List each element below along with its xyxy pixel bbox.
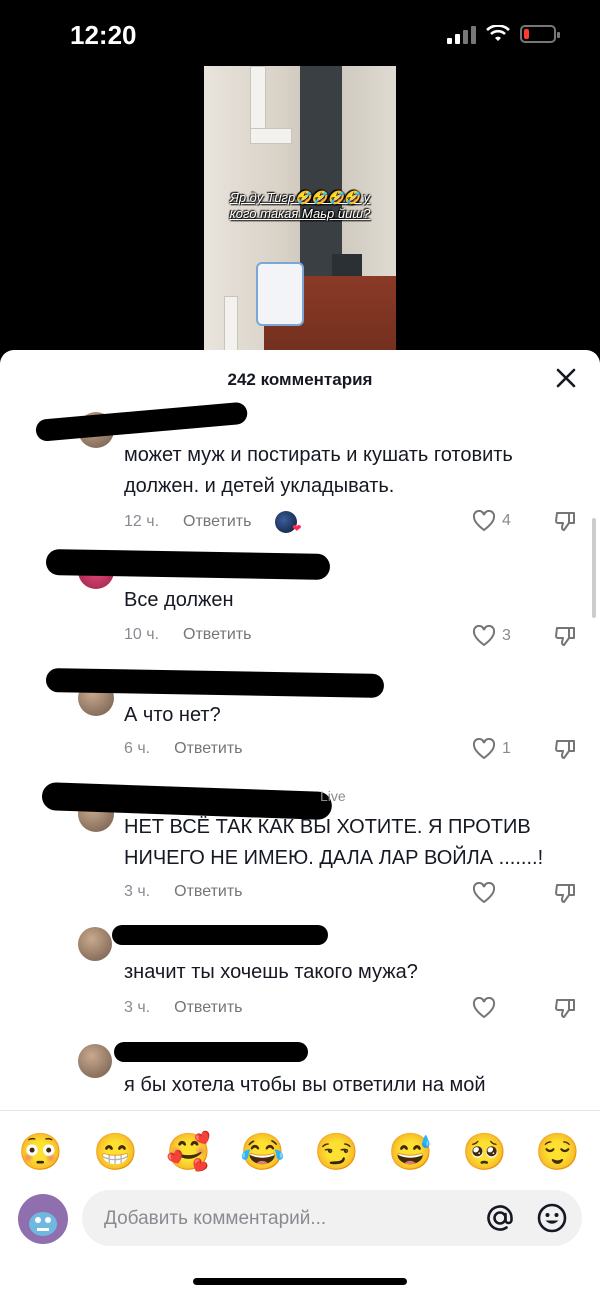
dislike-icon[interactable] xyxy=(554,625,576,647)
username-tail: Live xyxy=(320,788,346,804)
like-button[interactable] xyxy=(472,882,496,904)
comment-item: Live НЕТ ВСЁ ТАК КАК ВЫ ХОТИТЕ. Я ПРОТИВ… xyxy=(0,776,600,916)
comment-text: значит ты хочешь такого мужа? xyxy=(124,961,418,983)
comment-text: я бы хотела чтобы вы ответили на мой xyxy=(124,1074,486,1096)
redaction-mark xyxy=(45,549,331,580)
comment-text: НЕТ ВСЁ ТАК КАК ВЫ ХОТИТЕ. Я ПРОТИВ НИЧЕ… xyxy=(124,816,544,869)
comment-input[interactable] xyxy=(102,1190,476,1248)
video-preview[interactable]: Яр ду Тигр🤣🤣🤣🤣 у кого такая Маьр йиш? xyxy=(204,66,396,366)
reply-button[interactable]: Ответить xyxy=(174,740,242,758)
reply-button[interactable]: Ответить xyxy=(174,999,242,1017)
video-caption: Яр ду Тигр🤣🤣🤣🤣 у кого такая Маьр йиш? xyxy=(229,190,371,221)
close-icon[interactable] xyxy=(554,366,578,390)
redaction-mark xyxy=(35,401,249,442)
dislike-icon[interactable] xyxy=(554,997,576,1019)
water-filter xyxy=(256,262,304,326)
emoji-smirk[interactable]: 😏 xyxy=(314,1130,359,1174)
redaction-mark xyxy=(112,925,328,945)
like-count: 3 xyxy=(502,627,511,644)
comment-input-container xyxy=(82,1190,582,1248)
status-bar: 12:20 xyxy=(0,0,600,66)
like-button[interactable]: 3 xyxy=(472,625,511,647)
comment-text: Все должен xyxy=(124,589,234,611)
status-time: 12:20 xyxy=(70,20,137,50)
dislike-icon[interactable] xyxy=(554,738,576,760)
redaction-mark xyxy=(114,1042,308,1062)
emoji-joy[interactable]: 😂 xyxy=(240,1130,285,1174)
status-icons xyxy=(447,24,560,44)
emoji-relieved[interactable]: 😌 xyxy=(535,1130,580,1174)
comment-meta: 6 ч. Ответить xyxy=(124,740,243,758)
scrollbar[interactable] xyxy=(592,518,596,618)
emoji-picker-icon[interactable] xyxy=(536,1202,568,1234)
avatar[interactable] xyxy=(78,927,112,961)
comment-time: 12 ч. xyxy=(124,513,160,530)
like-count: 4 xyxy=(502,512,511,529)
cellular-signal-icon xyxy=(447,24,476,44)
comment-text: может муж и постирать и кушать готовить … xyxy=(124,444,513,497)
comment-composer xyxy=(0,1188,600,1248)
dislike-icon[interactable] xyxy=(554,510,576,532)
wifi-icon xyxy=(486,25,510,41)
emoji-grin[interactable]: 😁 xyxy=(93,1130,138,1174)
comment-reply-item: я бы хотела чтобы вы ответили на мой xyxy=(0,1040,600,1110)
emoji-flushed[interactable]: 😳 xyxy=(18,1130,63,1174)
heart-outline-icon xyxy=(472,625,496,647)
my-avatar[interactable] xyxy=(18,1194,68,1244)
comment-item: Все должен 10 ч. Ответить 3 xyxy=(0,543,600,653)
heart-outline-icon xyxy=(472,882,496,904)
avatar[interactable] xyxy=(78,1044,112,1078)
emoji-pleading[interactable]: 🥺 xyxy=(462,1130,507,1174)
quick-emoji-bar: 😳 😁 🥰 😂 😏 😅 🥺 😌 xyxy=(0,1130,600,1174)
battery-icon xyxy=(520,25,560,43)
emoji-hearts[interactable]: 🥰 xyxy=(166,1130,211,1174)
comment-meta: 3 ч. Ответить xyxy=(124,883,243,901)
comments-sheet: 242 комментария может муж и постирать и … xyxy=(0,350,600,1297)
emoji-sweat-smile[interactable]: 😅 xyxy=(388,1130,433,1174)
comment-time: 3 ч. xyxy=(124,999,151,1016)
comment-item: может муж и постирать и кушать готовить … xyxy=(0,398,600,538)
reply-button[interactable]: Ответить xyxy=(174,883,242,901)
comment-time: 3 ч. xyxy=(124,883,151,900)
comment-meta: 12 ч. Ответить ❤ xyxy=(124,511,301,535)
comment-item: А что нет? 6 ч. Ответить 1 xyxy=(0,660,600,770)
home-indicator[interactable] xyxy=(193,1278,407,1285)
like-button[interactable] xyxy=(472,997,496,1019)
drain-pipe xyxy=(300,66,342,276)
creator-liked-badge: ❤ xyxy=(275,511,301,535)
like-count: 1 xyxy=(502,740,511,757)
heart-outline-icon xyxy=(472,738,496,760)
comment-meta: 3 ч. Ответить xyxy=(124,999,243,1017)
reply-button[interactable]: Ответить xyxy=(183,513,251,531)
like-button[interactable]: 1 xyxy=(472,738,511,760)
comment-time: 10 ч. xyxy=(124,626,160,643)
comments-count-title: 242 комментария xyxy=(227,370,373,389)
divider xyxy=(0,1110,600,1111)
dislike-icon[interactable] xyxy=(554,882,576,904)
comment-text: А что нет? xyxy=(124,704,221,726)
comment-time: 6 ч. xyxy=(124,740,151,757)
comment-reply-item: значит ты хочешь такого мужа? 3 ч. Ответ… xyxy=(0,923,600,1033)
mention-icon[interactable] xyxy=(484,1202,516,1234)
heart-outline-icon xyxy=(472,997,496,1019)
heart-outline-icon xyxy=(472,510,496,532)
avatar-character-icon xyxy=(29,1212,57,1236)
comment-meta: 10 ч. Ответить xyxy=(124,626,251,644)
like-button[interactable]: 4 xyxy=(472,510,511,532)
reply-button[interactable]: Ответить xyxy=(183,626,251,644)
comments-list[interactable]: может муж и постирать и кушать готовить … xyxy=(0,398,600,1110)
